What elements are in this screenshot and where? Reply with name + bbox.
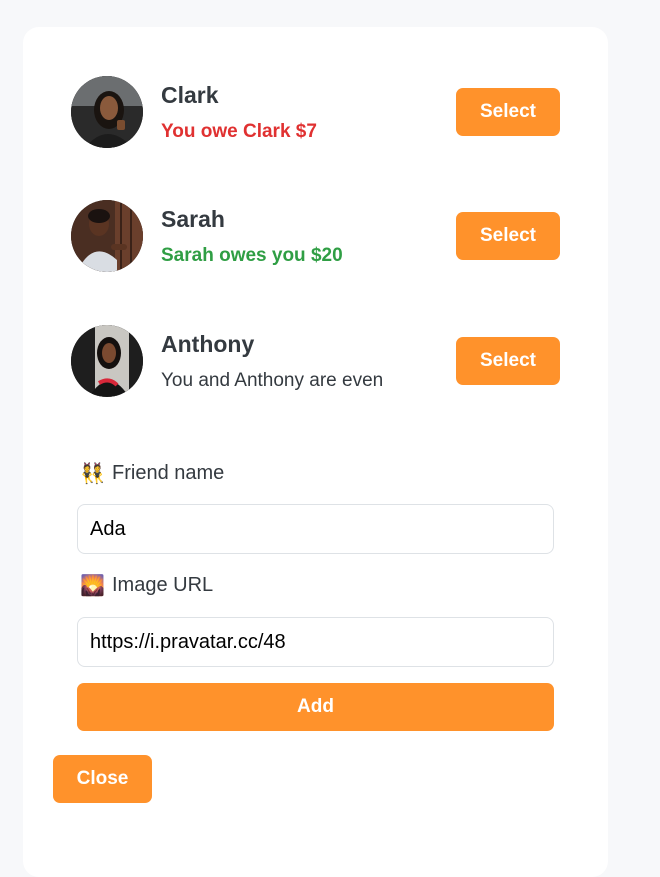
friend-name: Clark	[161, 82, 219, 108]
image-url-label-text: Image URL	[112, 573, 214, 596]
avatar	[71, 76, 143, 148]
friend-balance-status: You owe Clark $7	[161, 121, 317, 142]
friend-name: Anthony	[161, 331, 255, 357]
friend-name-input[interactable]	[77, 504, 554, 554]
friend-name-label-text: Friend name	[112, 461, 225, 484]
friend-item-clark: Clark You owe Clark $7 Select	[71, 76, 560, 148]
select-friend-button[interactable]: Select	[456, 337, 560, 385]
add-friend-button[interactable]: Add	[77, 683, 554, 731]
avatar	[71, 200, 143, 272]
image-url-input[interactable]	[77, 617, 554, 667]
avatar-image	[71, 200, 143, 272]
select-friend-button[interactable]: Select	[456, 212, 560, 260]
friend-item-anthony: Anthony You and Anthony are even Select	[71, 325, 560, 397]
friends-card: Clark You owe Clark $7 Select Sarah Sara…	[23, 27, 608, 877]
picture-icon: 🌄	[80, 575, 105, 597]
select-friend-button[interactable]: Select	[456, 88, 560, 136]
image-url-label: 🌄 Image URL	[80, 573, 213, 598]
avatar	[71, 325, 143, 397]
friend-name-label: 👯 Friend name	[80, 461, 224, 486]
friend-item-sarah: Sarah Sarah owes you $20 Select	[71, 200, 560, 272]
avatar-image	[71, 325, 143, 397]
friend-balance-status: You and Anthony are even	[161, 370, 384, 391]
dancers-icon: 👯	[80, 463, 105, 485]
avatar-image	[71, 76, 143, 148]
close-button[interactable]: Close	[53, 755, 152, 803]
friend-balance-status: Sarah owes you $20	[161, 245, 343, 266]
friend-name: Sarah	[161, 206, 225, 232]
